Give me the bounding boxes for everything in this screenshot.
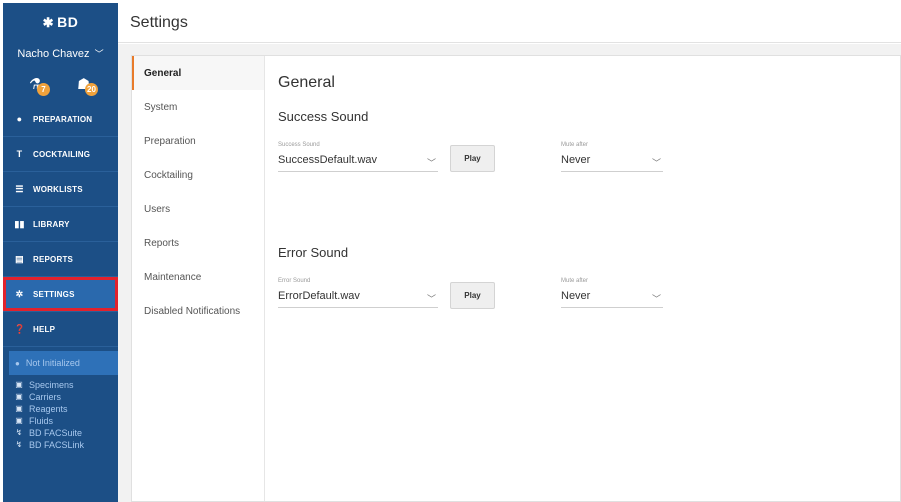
nav-item-library[interactable]: ▮▮ LIBRARY: [3, 207, 118, 242]
resource-specimens[interactable]: ▣ Specimens: [14, 379, 118, 390]
nav-label: COCKTAILING: [33, 149, 91, 159]
container-icon: ▣: [15, 416, 23, 425]
nav-label: WORKLISTS: [33, 184, 83, 194]
book-icon: ▮▮: [14, 218, 25, 229]
nav-item-cocktailing[interactable]: T COCKTAILING: [3, 137, 118, 172]
nav-label: LIBRARY: [33, 219, 70, 229]
subnav-item-maintenance[interactable]: Maintenance: [132, 260, 264, 294]
nav-label: HELP: [33, 324, 56, 334]
success-play-button[interactable]: Play: [450, 145, 495, 172]
brand-logo: ✱ BD: [3, 14, 118, 31]
success-mute-after-select[interactable]: Mute after Never ﹀: [561, 142, 663, 172]
list-icon: ☰: [15, 183, 24, 194]
error-sound-select[interactable]: Error Sound ErrorDefault.wav ﹀: [278, 278, 438, 308]
tube-rack-badge[interactable]: ☗ 20: [75, 73, 105, 99]
chevron-down-icon: ﹀: [426, 294, 436, 304]
container-icon: ▣: [15, 380, 23, 389]
link-icon: ↯: [15, 440, 23, 449]
resource-fluids[interactable]: ▣ Fluids: [14, 415, 118, 426]
chevron-down-icon: ﹀: [651, 294, 661, 304]
nav-item-settings[interactable]: ✲ SETTINGS: [3, 277, 118, 312]
nav-item-worklists[interactable]: ☰ WORKLISTS: [3, 172, 118, 207]
nav-label: REPORTS: [33, 254, 74, 264]
field-label: Mute after: [561, 142, 589, 148]
subnav-item-general[interactable]: General: [132, 56, 264, 90]
container-icon: ▣: [15, 392, 23, 401]
resource-carriers[interactable]: ▣ Carriers: [14, 391, 118, 402]
chevron-down-icon: ﹀: [426, 158, 436, 168]
page-header: Settings: [118, 3, 901, 43]
field-label: Success Sound: [278, 142, 320, 148]
chevron-down-icon: ﹀: [94, 49, 104, 59]
settings-content: General Success Sound Success Sound Succ…: [266, 56, 900, 501]
link-icon: ↯: [15, 428, 23, 437]
field-value: SuccessDefault.wav: [278, 154, 378, 166]
help-icon: ❓: [14, 323, 26, 334]
field-value: Never: [561, 154, 591, 166]
drop-icon: ●: [16, 114, 23, 124]
field-label: Error Sound: [278, 278, 311, 284]
field-value: ErrorDefault.wav: [278, 290, 360, 302]
section-heading-error-sound: Error Sound: [278, 245, 349, 260]
resource-label: Specimens: [29, 379, 74, 390]
container-icon: ▣: [15, 404, 23, 413]
subnav-item-cocktailing[interactable]: Cocktailing: [132, 158, 264, 192]
nav-label: SETTINGS: [33, 289, 75, 299]
resource-bd-facsuite[interactable]: ↯ BD FACSuite: [14, 427, 118, 438]
sidebar: ✱ BD Nacho Chavez ﹀ ⚗ 7 ☗ 20 ● PREPARATIO…: [3, 3, 118, 502]
brand-name: BD: [57, 14, 79, 30]
page-title: Settings: [130, 14, 188, 31]
chevron-down-icon: ﹀: [651, 158, 661, 168]
subnav-item-reports[interactable]: Reports: [132, 226, 264, 260]
field-label: Mute after: [561, 278, 589, 284]
instrument-status[interactable]: ● Not Initialized: [9, 351, 118, 375]
field-value: Never: [561, 290, 591, 302]
success-sound-select[interactable]: Success Sound SuccessDefault.wav ﹀: [278, 142, 438, 172]
error-mute-after-select[interactable]: Mute after Never ﹀: [561, 278, 663, 308]
flask-badge[interactable]: ⚗ 7: [27, 73, 57, 99]
resource-bd-facslink[interactable]: ↯ BD FACSLink: [14, 439, 118, 450]
report-icon: ▤: [15, 253, 24, 264]
section-heading-general: General: [278, 74, 335, 91]
section-heading-success-sound: Success Sound: [278, 109, 369, 124]
info-icon: ●: [15, 358, 20, 368]
resource-label: BD FACSLink: [29, 439, 85, 450]
resource-list: ▣ Specimens ▣ Carriers ▣ Reagents ▣ Flui…: [14, 379, 118, 451]
gear-icon: ✲: [15, 288, 24, 299]
user-menu[interactable]: Nacho Chavez ﹀: [3, 47, 118, 60]
resource-label: Fluids: [29, 415, 54, 426]
settings-subnav: General System Preparation Cocktailing U…: [132, 56, 265, 501]
cocktail-icon: T: [16, 149, 23, 159]
main-nav: ● PREPARATION T COCKTAILING ☰ WORKLISTS …: [3, 102, 118, 347]
status-text: Not Initialized: [25, 358, 80, 368]
settings-panel: General System Preparation Cocktailing U…: [131, 55, 901, 502]
nav-item-reports[interactable]: ▤ REPORTS: [3, 242, 118, 277]
resource-reagents[interactable]: ▣ Reagents: [14, 403, 118, 414]
subnav-item-users[interactable]: Users: [132, 192, 264, 226]
resource-label: Reagents: [29, 403, 68, 414]
error-play-button[interactable]: Play: [450, 282, 495, 309]
subnav-item-system[interactable]: System: [132, 90, 264, 124]
subnav-item-preparation[interactable]: Preparation: [132, 124, 264, 158]
nav-item-help[interactable]: ❓ HELP: [3, 312, 118, 347]
notification-badges: ⚗ 7 ☗ 20: [3, 73, 118, 99]
tube-rack-count: 20: [85, 83, 98, 96]
resource-label: BD FACSuite: [29, 427, 83, 438]
bd-star-icon: ✱: [42, 15, 55, 30]
flask-count: 7: [37, 83, 50, 96]
nav-label: PREPARATION: [33, 114, 93, 124]
resource-label: Carriers: [29, 391, 62, 402]
app-window: ✱ BD Nacho Chavez ﹀ ⚗ 7 ☗ 20 ● PREPARATIO…: [0, 0, 901, 502]
nav-item-preparation[interactable]: ● PREPARATION: [3, 102, 118, 137]
user-name: Nacho Chavez: [17, 48, 90, 60]
subnav-item-disabled-notifications[interactable]: Disabled Notifications: [132, 294, 264, 328]
